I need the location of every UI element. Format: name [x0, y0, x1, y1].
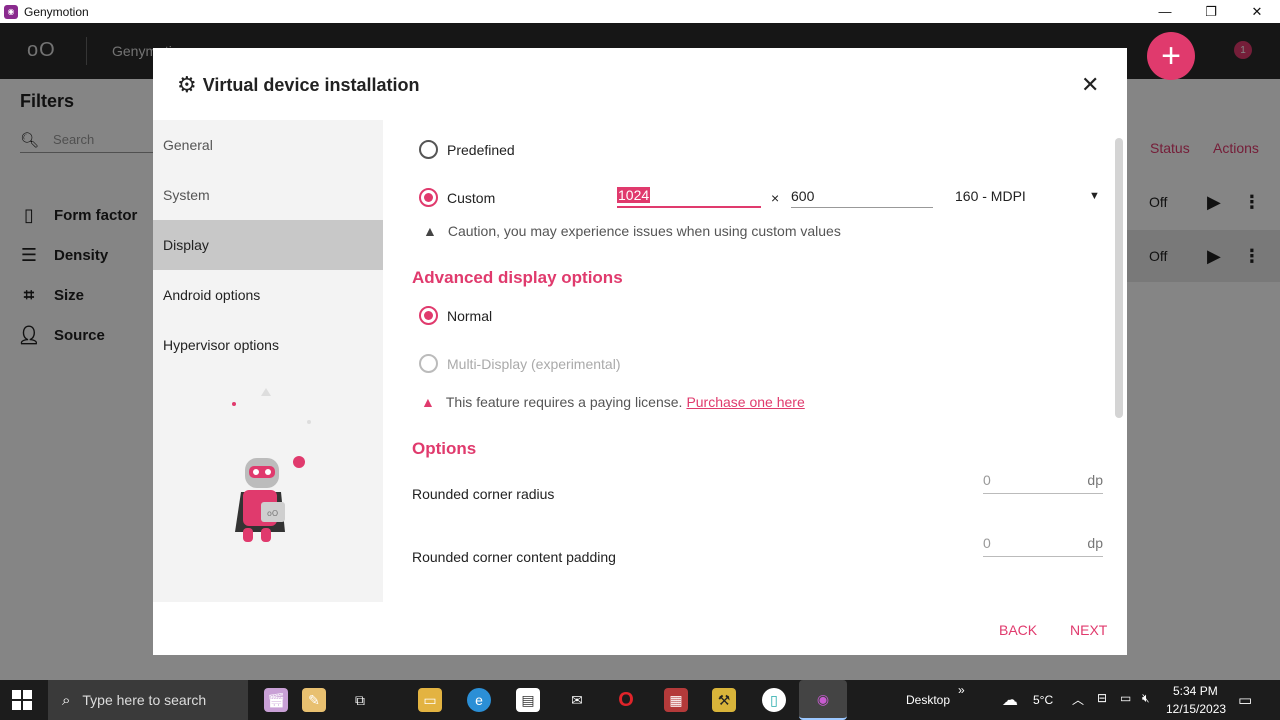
taskbar: ⌕ Type here to search 🎬︎ ✎ ⧉ ▭ e ▤ ✉ O ▦… — [0, 680, 1280, 720]
nav-android-options[interactable]: Android options — [153, 270, 383, 320]
dropdown-arrow-icon: ▼ — [1089, 190, 1100, 202]
taskbar-search-input[interactable]: ⌕ Type here to search — [48, 680, 248, 720]
height-value: 600 — [791, 187, 815, 204]
store-icon[interactable]: ▤ — [516, 688, 540, 712]
nav-general[interactable]: General — [153, 120, 383, 170]
density-select[interactable]: 160 - MDPI ▼ — [955, 188, 1105, 204]
nav-hypervisor-options[interactable]: Hypervisor options — [153, 320, 383, 370]
mail-icon[interactable]: ✉ — [565, 688, 589, 712]
close-window-icon[interactable]: ✕ — [1234, 0, 1280, 23]
edge-browser-icon[interactable]: e — [467, 688, 491, 712]
chevron-up-icon[interactable]: ︿ — [1072, 691, 1084, 708]
dialog-nav: General System Display Android options H… — [153, 120, 383, 602]
window-title: Genymotion — [24, 4, 89, 19]
notepad-app-icon[interactable]: ✎ — [302, 688, 326, 712]
unit-label: dp — [1087, 472, 1103, 488]
close-icon[interactable]: ✕ — [1081, 72, 1099, 98]
corner-radius-label: Rounded corner radius — [412, 486, 555, 502]
app-icon[interactable]: ▯ — [762, 688, 786, 712]
weather-temp[interactable]: 5°C — [1033, 693, 1053, 707]
warning-icon: ▲ — [423, 223, 437, 239]
winrar-icon[interactable]: ▦ — [664, 688, 688, 712]
robot-mascot-icon: oO — [235, 456, 305, 542]
height-input[interactable]: 600 — [791, 184, 933, 208]
genymotion-logo-icon: ◉ — [816, 690, 830, 707]
license-note: ▲ This feature requires a paying license… — [421, 394, 805, 410]
network-icon[interactable]: ⊟ — [1097, 691, 1107, 705]
radio-circle[interactable] — [419, 306, 438, 325]
notification-center-icon[interactable]: ▭ — [1238, 691, 1252, 709]
radio-circle[interactable] — [419, 188, 438, 207]
radio-circle[interactable] — [419, 140, 438, 159]
chevron-icon[interactable]: » — [958, 683, 965, 697]
radio-multi-display: Multi-Display (experimental) — [419, 354, 621, 373]
scrollbar[interactable] — [1115, 138, 1123, 418]
corner-padding-input[interactable]: 0 dp — [983, 531, 1103, 557]
decor-triangle — [261, 388, 271, 396]
clock-time[interactable]: 5:34 PM — [1173, 684, 1218, 698]
file-explorer-icon[interactable]: ▭ — [418, 688, 442, 712]
dialog-title: ⚙ Virtual device installation — [177, 72, 419, 98]
corner-padding-value: 0 — [983, 535, 991, 551]
unit-label: dp — [1087, 535, 1103, 551]
clock-date[interactable]: 12/15/2023 — [1166, 702, 1226, 716]
genymotion-taskbar-icon[interactable]: ◉ — [799, 680, 847, 720]
corner-radius-input[interactable]: 0 dp — [983, 468, 1103, 494]
radio-custom[interactable]: Custom — [419, 188, 495, 207]
density-value: 160 - MDPI — [955, 188, 1026, 204]
width-value: 1024 — [617, 187, 651, 203]
virtual-device-dialog: ⚙ Virtual device installation ✕ General … — [153, 48, 1127, 655]
plus-icon: + — [1161, 36, 1181, 75]
times-symbol: × — [771, 190, 780, 206]
gear-icon: ⚙ — [177, 72, 197, 97]
radio-normal[interactable]: Normal — [419, 306, 492, 325]
caution-note: ▲ Caution, you may experience issues whe… — [423, 223, 841, 239]
license-text: This feature requires a paying license. — [445, 394, 683, 410]
caution-text: Caution, you may experience issues when … — [447, 223, 841, 239]
task-view-icon[interactable]: ⧉ — [348, 688, 372, 712]
weather-icon[interactable]: ☁ — [1002, 690, 1018, 710]
search-icon: ⌕ — [62, 691, 71, 709]
back-button[interactable]: BACK — [999, 622, 1037, 638]
speaker-muted-icon[interactable]: 🔇︎ — [1142, 691, 1150, 706]
corner-padding-label: Rounded corner content padding — [412, 549, 616, 565]
radio-label: Normal — [447, 307, 493, 324]
dialog-content: Predefined Custom 1024 × 600 160 - MDPI … — [383, 120, 1117, 602]
options-title: Options — [412, 439, 477, 458]
display-icon[interactable]: ▭ — [1120, 691, 1131, 705]
dialog-title-text: Virtual device installation — [202, 74, 420, 95]
tool-app-icon[interactable]: ⚒ — [712, 688, 736, 712]
next-button[interactable]: NEXT — [1070, 622, 1107, 638]
opera-browser-icon[interactable]: O — [614, 688, 638, 712]
purchase-link[interactable]: Purchase one here — [686, 394, 804, 410]
radio-label: Multi-Display (experimental) — [447, 355, 621, 372]
nav-system[interactable]: System — [153, 170, 383, 220]
desktop-toolbar-label[interactable]: Desktop — [906, 693, 950, 707]
svg-text:oO: oO — [267, 509, 278, 518]
radio-circle — [419, 354, 438, 373]
width-input[interactable]: 1024 — [617, 184, 761, 208]
decor-dot — [307, 420, 311, 424]
radio-label: Predefined — [447, 141, 515, 158]
warning-icon: ▲ — [421, 394, 435, 410]
add-device-button[interactable]: + — [1147, 32, 1195, 80]
taskbar-search-placeholder: Type here to search — [82, 692, 207, 708]
decor-dot — [232, 402, 236, 406]
corner-radius-value: 0 — [983, 472, 991, 488]
windows-start-icon[interactable] — [12, 690, 32, 710]
nav-display[interactable]: Display — [153, 220, 383, 270]
radio-predefined[interactable]: Predefined — [419, 140, 515, 159]
radio-label: Custom — [447, 189, 496, 206]
restore-icon[interactable]: ❐ — [1188, 0, 1234, 23]
genymotion-logo-icon: ◉ — [4, 4, 18, 19]
advanced-title: Advanced display options — [412, 268, 623, 287]
minimize-icon[interactable]: — — [1142, 0, 1188, 23]
window-titlebar: ◉ Genymotion — ❐ ✕ — [0, 0, 1280, 23]
window-controls: — ❐ ✕ — [1142, 0, 1280, 23]
clapperboard-app-icon[interactable]: 🎬︎ — [264, 688, 288, 712]
